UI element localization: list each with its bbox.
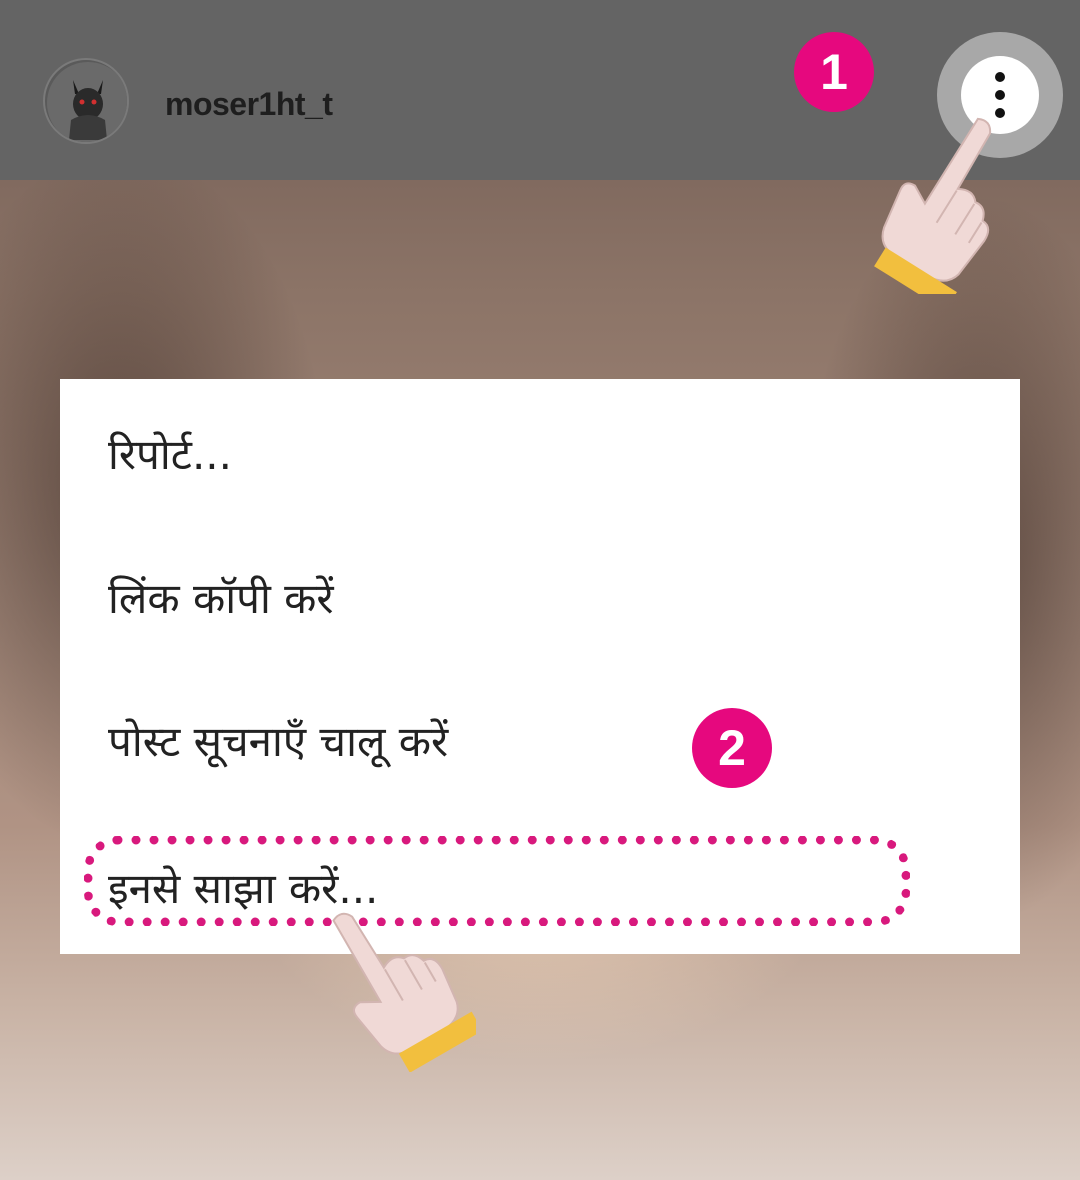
step-badge-1: 1: [794, 32, 874, 112]
pointing-hand-icon: [332, 912, 476, 1072]
username[interactable]: moser1ht_t: [165, 86, 333, 123]
avatar-image: [47, 62, 127, 142]
pointing-hand-icon: [874, 117, 992, 294]
step-badge-2: 2: [692, 708, 772, 788]
menu-item-copy-link[interactable]: लिंक कॉपी करें: [108, 569, 334, 626]
menu-item-report[interactable]: रिपोर्ट...: [108, 425, 232, 482]
share-option-highlight: [84, 836, 910, 926]
avatar[interactable]: [43, 58, 129, 144]
menu-item-turn-on-post-notifications[interactable]: पोस्ट सूचनाएँ चालू करें: [108, 712, 448, 769]
